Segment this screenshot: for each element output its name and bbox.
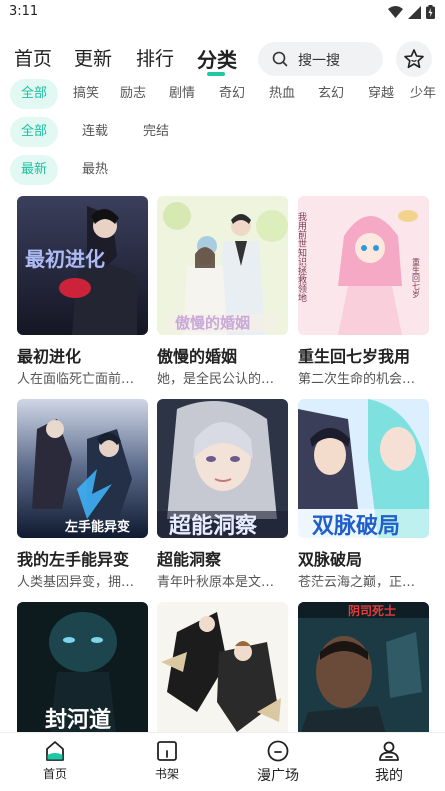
cover-title: 超能洞察: [169, 513, 258, 538]
comic-title: 最初进化: [17, 347, 82, 366]
bottom-nav-bookshelf[interactable]: 书架: [127, 739, 207, 782]
genre-chip[interactable]: 少年: [410, 79, 445, 109]
profile-icon: [379, 741, 399, 761]
genre-filter-row: 全部 搞笑 励志 剧情 奇幻 热血 玄幻 穿越 少年: [0, 79, 445, 109]
tab-ranking[interactable]: 排行: [136, 44, 174, 71]
comic-cover[interactable]: 傲慢的婚姻: [157, 196, 288, 335]
tab-home[interactable]: 首页: [14, 44, 52, 71]
genre-chip[interactable]: 奇幻: [212, 79, 252, 109]
bottom-nav-home[interactable]: 首页: [15, 739, 95, 782]
favorites-button[interactable]: [396, 41, 432, 77]
comic-cover[interactable]: 最初进化: [17, 196, 148, 335]
genre-chip[interactable]: 剧情: [162, 79, 202, 109]
active-tab-indicator: [207, 72, 225, 76]
cover-title: 阴司死士: [348, 603, 396, 618]
comic-cover[interactable]: 超能洞察: [157, 399, 288, 538]
cover-title: 最初进化: [25, 247, 105, 271]
search-placeholder: 搜一搜: [298, 53, 340, 69]
sort-filter-row: 最新 最热: [0, 155, 445, 185]
comic-desc: 青年叶秋原本是文…: [157, 575, 275, 590]
sort-chip-latest[interactable]: 最新: [10, 155, 58, 185]
status-chip[interactable]: 连载: [75, 117, 115, 147]
square-icon: [267, 740, 289, 762]
bottom-nav-label: 我的: [375, 768, 403, 784]
cover-title: 傲慢的婚姻: [175, 314, 250, 332]
home-icon: [46, 741, 64, 761]
comic-cover[interactable]: 封河道: [17, 602, 148, 741]
genre-chip[interactable]: 搞笑: [66, 79, 106, 109]
wifi-icon: [388, 5, 403, 18]
comic-desc: 苍茫云海之巅，正…: [298, 575, 416, 590]
bottom-nav-profile[interactable]: 我的: [349, 739, 429, 785]
genre-chip[interactable]: 励志: [113, 79, 153, 109]
tab-categories[interactable]: 分类: [197, 44, 237, 73]
status-filter-row: 全部 连载 完结: [0, 117, 445, 147]
comic-title: 双脉破局: [298, 550, 363, 569]
comic-title: 我的左手能异变: [17, 550, 130, 569]
star-icon: [404, 49, 424, 69]
status-time: 3:11: [9, 4, 39, 19]
tab-updates[interactable]: 更新: [74, 44, 112, 71]
bottom-nav-comic-square[interactable]: 漫广场: [238, 739, 318, 785]
cover-subtitle: 重生回七岁: [412, 257, 421, 299]
comic-cover[interactable]: [157, 602, 288, 741]
comic-desc: 人在面临死亡面前…: [17, 372, 135, 387]
comic-cover[interactable]: 阴司死士: [298, 602, 429, 741]
comic-cover[interactable]: 双脉破局: [298, 399, 429, 538]
comic-desc: 人类基因异变，拥…: [17, 575, 135, 590]
search-box[interactable]: 搜一搜: [258, 42, 383, 76]
status-bar: 3:11: [0, 0, 445, 26]
genre-chip[interactable]: 热血: [262, 79, 302, 109]
status-chip-all[interactable]: 全部: [10, 117, 58, 147]
bottom-nav-label: 漫广场: [257, 768, 299, 784]
cover-title: 左手能异变: [65, 519, 130, 534]
search-icon: [272, 51, 288, 67]
comic-title: 傲慢的婚姻: [157, 347, 238, 366]
cover-title: 我用前世知识拯救领地: [298, 212, 307, 302]
bottom-nav: 首页 书架 漫广场 我的: [0, 732, 445, 791]
comic-title: 超能洞察: [157, 550, 222, 569]
cover-title: 双脉破局: [312, 513, 400, 538]
bottom-nav-label: 书架: [154, 767, 179, 781]
bottom-nav-label: 首页: [42, 767, 67, 781]
bookshelf-icon: [157, 741, 177, 761]
sort-chip-hottest[interactable]: 最热: [75, 155, 115, 185]
status-icons: [388, 5, 435, 19]
genre-chip-all[interactable]: 全部: [10, 79, 58, 109]
cover-title: 封河道: [45, 707, 111, 732]
comic-cover[interactable]: 左手能异变: [17, 399, 148, 538]
genre-chip[interactable]: 玄幻: [311, 79, 351, 109]
status-chip[interactable]: 完结: [136, 117, 176, 147]
comic-desc: 她，是全民公认的…: [157, 372, 275, 387]
genre-chip[interactable]: 穿越: [361, 79, 401, 109]
signal-icon: [408, 5, 421, 19]
comic-cover[interactable]: 我用前世知识拯救领地 重生回七岁: [298, 196, 429, 335]
comic-title: 重生回七岁我用: [298, 347, 411, 366]
battery-icon: [426, 5, 435, 19]
comic-desc: 第二次生命的机会…: [298, 372, 416, 387]
